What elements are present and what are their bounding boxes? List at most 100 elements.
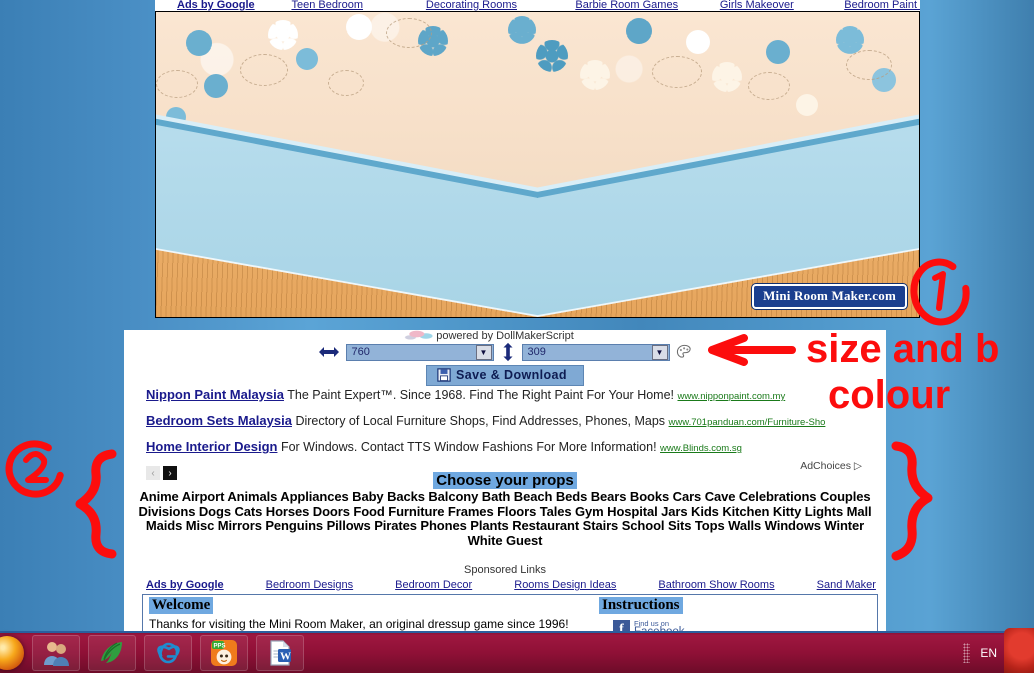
taskbar-item-contacts[interactable] (32, 635, 80, 671)
prop-category-divisions[interactable]: Divisions (138, 504, 195, 519)
wallpaper-flower (626, 18, 652, 44)
tray-language-indicator[interactable]: EN (980, 646, 997, 660)
start-orb-icon[interactable] (0, 636, 24, 670)
height-select[interactable]: 309 ▼ (521, 343, 670, 361)
prop-category-maids[interactable]: Maids (146, 518, 182, 533)
sponsored-link-2[interactable]: Bedroom Decor (395, 579, 472, 591)
taskbar-item-green-leaf[interactable] (88, 635, 136, 671)
ad-url[interactable]: www.701panduan.com/Furniture-Sho (669, 417, 826, 428)
taskbar-item-pps-player[interactable]: PPS (200, 635, 248, 671)
ad-url[interactable]: www.nipponpaint.com.my (678, 391, 786, 402)
prop-category-furniture[interactable]: Furniture (388, 504, 444, 519)
canvas-size-toolbar: 760 ▼ 309 ▼ (124, 342, 886, 362)
prop-category-cave[interactable]: Cave (705, 489, 736, 504)
word-icon: W (270, 640, 291, 666)
taskbar-item-word[interactable]: W (256, 635, 304, 671)
top-nav-item-1[interactable]: Teen Bedroom (291, 0, 421, 11)
sponsored-link-1[interactable]: Bedroom Designs (266, 579, 353, 591)
prop-category-winter[interactable]: Winter (824, 518, 864, 533)
prop-category-stairs[interactable]: Stairs (583, 518, 619, 533)
prop-category-horses[interactable]: Horses (266, 504, 310, 519)
ad-title[interactable]: Bedroom Sets Malaysia (146, 413, 292, 428)
prop-category-windows[interactable]: Windows (765, 518, 821, 533)
prop-category-restaurant[interactable]: Restaurant (512, 518, 579, 533)
green-leaf-icon (101, 642, 122, 663)
prop-category-backs[interactable]: Backs (387, 489, 425, 504)
wallpaper-flower (204, 74, 228, 98)
prop-category-couples[interactable]: Couples (820, 489, 871, 504)
prop-category-kitty[interactable]: Kitty (773, 504, 801, 519)
prop-category-appliances[interactable]: Appliances (280, 489, 348, 504)
prop-category-tales[interactable]: Tales (540, 504, 572, 519)
wallpaper-flower (686, 30, 710, 54)
prop-category-frames[interactable]: Frames (448, 504, 494, 519)
adchoices-link[interactable]: AdChoices ▷ (800, 460, 862, 472)
prop-category-cars[interactable]: Cars (673, 489, 702, 504)
wallpaper-swirl (748, 72, 790, 100)
save-and-download-button[interactable]: Save & Download (426, 365, 584, 386)
tray-grip-icon[interactable] (963, 643, 971, 663)
top-nav-item-3[interactable]: Barbie Room Games (575, 0, 715, 11)
ad-url[interactable]: www.Blinds.com.sg (660, 443, 742, 454)
prop-category-beach[interactable]: Beach (514, 489, 553, 504)
prop-category-school[interactable]: School (622, 518, 665, 533)
prop-category-phones[interactable]: Phones (420, 518, 466, 533)
prop-category-guest[interactable]: Guest (506, 533, 542, 548)
prop-category-kids[interactable]: Kids (691, 504, 719, 519)
prop-category-dogs[interactable]: Dogs (199, 504, 231, 519)
prop-category-balcony[interactable]: Balcony (428, 489, 478, 504)
prop-category-plants[interactable]: Plants (470, 518, 509, 533)
ad-title[interactable]: Home Interior Design (146, 439, 277, 454)
prop-category-bears[interactable]: Bears (591, 489, 627, 504)
prop-category-beds[interactable]: Beds (556, 489, 587, 504)
prop-category-sits[interactable]: Sits (668, 518, 692, 533)
top-nav-item-2[interactable]: Decorating Rooms (426, 0, 571, 11)
sponsored-link-3[interactable]: Rooms Design Ideas (514, 579, 616, 591)
prop-category-walls[interactable]: Walls (728, 518, 761, 533)
prop-category-airport[interactable]: Airport (182, 489, 225, 504)
prop-category-cats[interactable]: Cats (234, 504, 262, 519)
prop-category-celebrations[interactable]: Celebrations (739, 489, 817, 504)
width-select[interactable]: 760 ▼ (345, 343, 494, 361)
svg-text:W: W (280, 651, 291, 663)
prop-category-misc[interactable]: Misc (186, 518, 215, 533)
chevron-down-icon[interactable]: ▼ (475, 344, 492, 360)
prop-category-bath[interactable]: Bath (482, 489, 511, 504)
taskbar-item-internet-explorer[interactable] (144, 635, 192, 671)
top-nav-item-5[interactable]: Bedroom Paint Ideas (844, 0, 920, 11)
sponsored-link-0[interactable]: Ads by Google (146, 579, 224, 591)
top-nav-item-0[interactable]: Ads by Google (177, 0, 287, 11)
prop-category-penguins[interactable]: Penguins (265, 518, 323, 533)
top-nav-item-4[interactable]: Girls Makeover (720, 0, 840, 11)
show-desktop-icon[interactable] (1004, 628, 1034, 673)
prop-category-mall[interactable]: Mall (847, 504, 872, 519)
prop-category-anime[interactable]: Anime (139, 489, 178, 504)
prop-category-doors[interactable]: Doors (313, 504, 350, 519)
height-value: 309 (527, 346, 546, 358)
prop-category-animals[interactable]: Animals (227, 489, 277, 504)
prop-category-kitchen[interactable]: Kitchen (722, 504, 769, 519)
contacts-icon (44, 642, 69, 666)
prop-category-hospital[interactable]: Hospital (607, 504, 658, 519)
prop-category-food[interactable]: Food (353, 504, 384, 519)
wallpaper-swirl (156, 70, 198, 98)
prop-category-books[interactable]: Books (630, 489, 669, 504)
save-button-row: Save & Download (124, 365, 886, 386)
props-heading-label: Choose your props (433, 472, 577, 489)
sponsored-link-4[interactable]: Bathroom Show Rooms (658, 579, 774, 591)
prop-category-mirrors[interactable]: Mirrors (218, 518, 262, 533)
prop-category-baby[interactable]: Baby (352, 489, 383, 504)
room-canvas[interactable]: Mini Room Maker.com (155, 11, 920, 318)
prop-category-jars[interactable]: Jars (661, 504, 687, 519)
palette-icon[interactable] (676, 344, 693, 361)
prop-category-gym[interactable]: Gym (575, 504, 604, 519)
chevron-down-icon[interactable]: ▼ (651, 344, 668, 360)
prop-category-pillows[interactable]: Pillows (327, 518, 371, 533)
prop-category-lights[interactable]: Lights (805, 504, 844, 519)
sponsored-link-5[interactable]: Sand Maker (817, 579, 876, 591)
prop-category-white[interactable]: White (468, 533, 503, 548)
prop-category-pirates[interactable]: Pirates (374, 518, 417, 533)
prop-category-floors[interactable]: Floors (497, 504, 536, 519)
ad-title[interactable]: Nippon Paint Malaysia (146, 387, 284, 402)
prop-category-tops[interactable]: Tops (695, 518, 725, 533)
